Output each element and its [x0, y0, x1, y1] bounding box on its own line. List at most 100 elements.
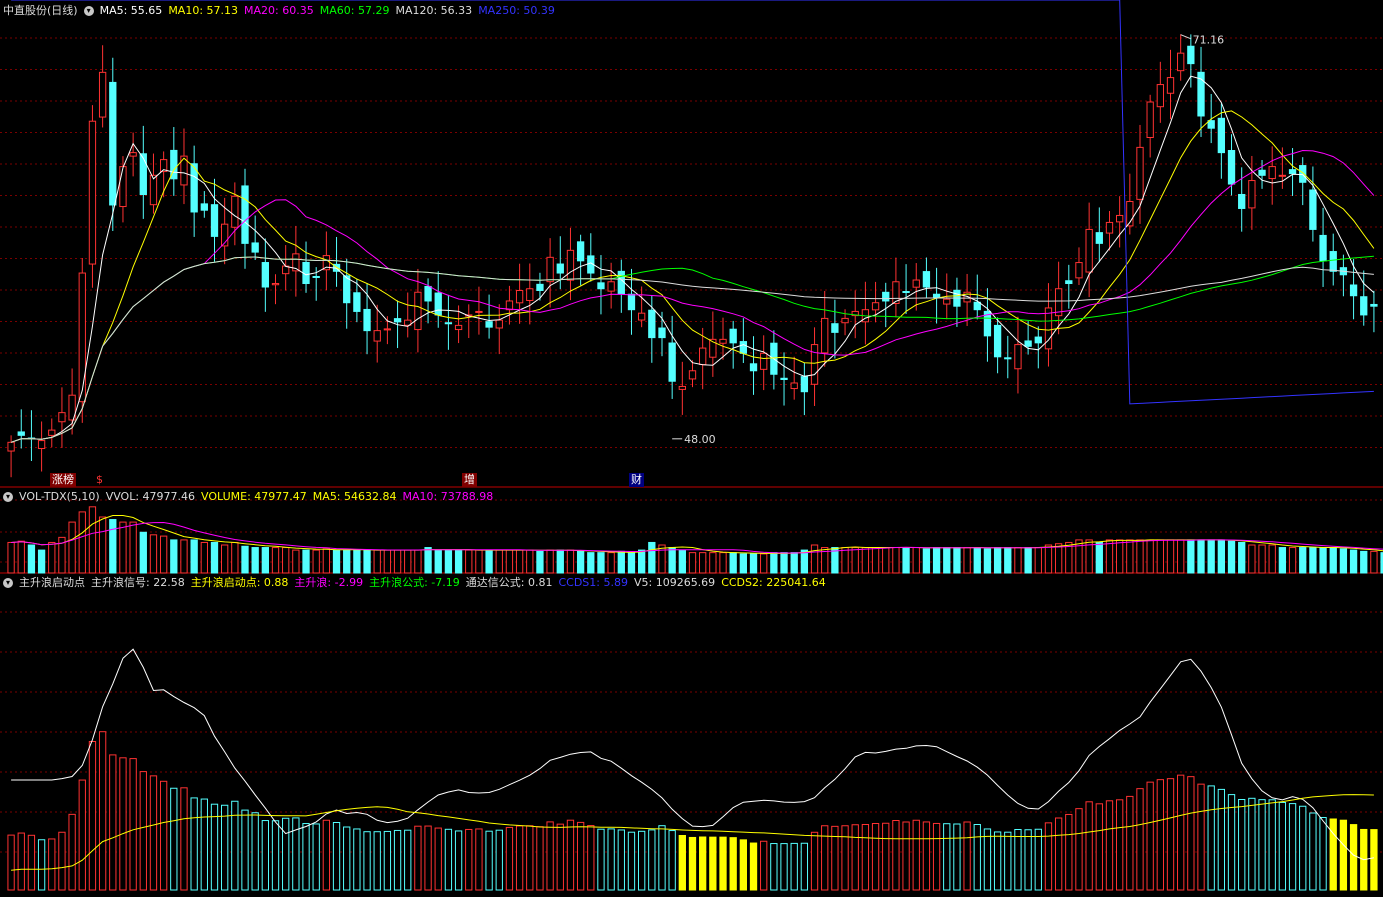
signal-bar: [1075, 808, 1083, 891]
volume-label: VOLUME: 47977.47: [201, 490, 307, 503]
volume-bar: [109, 519, 117, 574]
signal-bar: [780, 843, 788, 891]
signal-bar: [800, 842, 809, 891]
volume-bar: [1319, 547, 1327, 574]
signal-bar: [1156, 779, 1164, 891]
signal-bar: [454, 830, 463, 891]
volume-bar: [566, 549, 575, 574]
signal-bar: [17, 832, 25, 891]
volume-bar: [241, 545, 249, 574]
candle: [658, 327, 666, 339]
candle: [1238, 193, 1246, 209]
vol-ma10-label: MA10: 73788.98: [402, 490, 494, 503]
candle: [1014, 344, 1022, 370]
volume-bar: [729, 552, 737, 574]
volume-bar: [1309, 547, 1317, 574]
signal-bar: [1227, 794, 1236, 891]
candle: [393, 318, 402, 323]
signal-bar: [78, 779, 86, 891]
candle: [668, 342, 676, 382]
signal-bar: [790, 842, 798, 891]
chevron-down-icon[interactable]: ▾: [83, 6, 94, 16]
candle: [648, 309, 656, 339]
volume-bar: [88, 506, 97, 574]
volume-bar: [770, 552, 778, 574]
signal-bar: [434, 827, 442, 891]
signal-bar: [27, 834, 36, 891]
candle: [78, 272, 86, 403]
signal-cai[interactable]: 财: [629, 473, 644, 487]
signal-bar: [932, 822, 941, 891]
candle: [637, 312, 646, 321]
volume-bar: [1024, 547, 1032, 574]
signal-bar: [1126, 795, 1134, 891]
signal-bar: [851, 824, 859, 891]
volume-bar: [892, 547, 900, 574]
candle: [475, 310, 483, 313]
signal-bar: [1065, 813, 1073, 891]
signal-zhangbang[interactable]: 涨榜: [50, 473, 76, 487]
volume-bar: [1156, 539, 1164, 574]
volume-bar: [1116, 539, 1124, 574]
signal-bar: [648, 829, 656, 891]
signal-bar: [1207, 785, 1215, 891]
candle: [993, 324, 1002, 358]
signal-bar: [699, 836, 707, 891]
volume-bar: [1054, 543, 1063, 574]
candle: [1360, 296, 1368, 316]
chevron-down-icon[interactable]: ▾: [3, 492, 13, 502]
signal-bar: [1044, 822, 1053, 891]
volume-bar: [190, 539, 198, 574]
volume-bar: [668, 547, 676, 574]
signal-bar: [709, 836, 717, 891]
volume-bar: [170, 539, 178, 574]
volume-bar: [393, 549, 402, 574]
candle: [902, 291, 910, 294]
candle: [109, 81, 117, 206]
ind-label-4: 主升浪公式: -7.19: [369, 576, 460, 589]
signal-bar: [1034, 828, 1042, 891]
volume-bar: [841, 547, 849, 574]
volume-bar: [871, 547, 880, 574]
volume-bar: [546, 549, 554, 574]
volume-bar: [322, 548, 331, 574]
volume-bar: [159, 535, 168, 574]
candle: [1227, 150, 1236, 185]
volume-bar: [363, 549, 371, 574]
candle: [688, 370, 697, 380]
signal-bar: [739, 839, 748, 891]
signal-bar: [58, 831, 66, 891]
signal-bar: [465, 828, 473, 891]
volume-bar: [587, 552, 595, 574]
signal-bar: [98, 731, 107, 891]
signal-bar: [485, 830, 493, 891]
volume-bar: [902, 547, 910, 574]
signal-bar: [251, 812, 259, 891]
signal-bar: [7, 834, 15, 891]
candle: [841, 317, 849, 324]
signal-bar: [922, 821, 931, 891]
signal-bar: [1258, 799, 1266, 891]
signal-bar: [953, 823, 961, 891]
volume-bar: [1177, 539, 1185, 574]
candle: [1268, 166, 1276, 180]
signal-zeng[interactable]: 增: [462, 473, 477, 487]
signal-bar: [180, 787, 188, 891]
stock-title: 中直股份(日线): [3, 4, 78, 17]
candle: [495, 319, 503, 329]
signal-bar: [1309, 812, 1317, 891]
candle: [536, 283, 544, 291]
candle: [505, 300, 514, 311]
signal-dollar[interactable]: $: [94, 473, 105, 487]
signal-bar: [536, 826, 544, 891]
volume-bar: [454, 549, 463, 574]
chevron-down-icon[interactable]: ▾: [3, 578, 13, 588]
candle: [58, 412, 66, 423]
signal-bar: [1299, 805, 1307, 891]
volume-bar: [536, 550, 544, 574]
signal-bar: [1329, 818, 1337, 891]
volume-bar: [556, 549, 564, 574]
signal-bar: [1024, 829, 1032, 891]
signal-bar: [719, 836, 727, 891]
stock-chart[interactable]: 71.16 48.00: [0, 0, 1383, 897]
